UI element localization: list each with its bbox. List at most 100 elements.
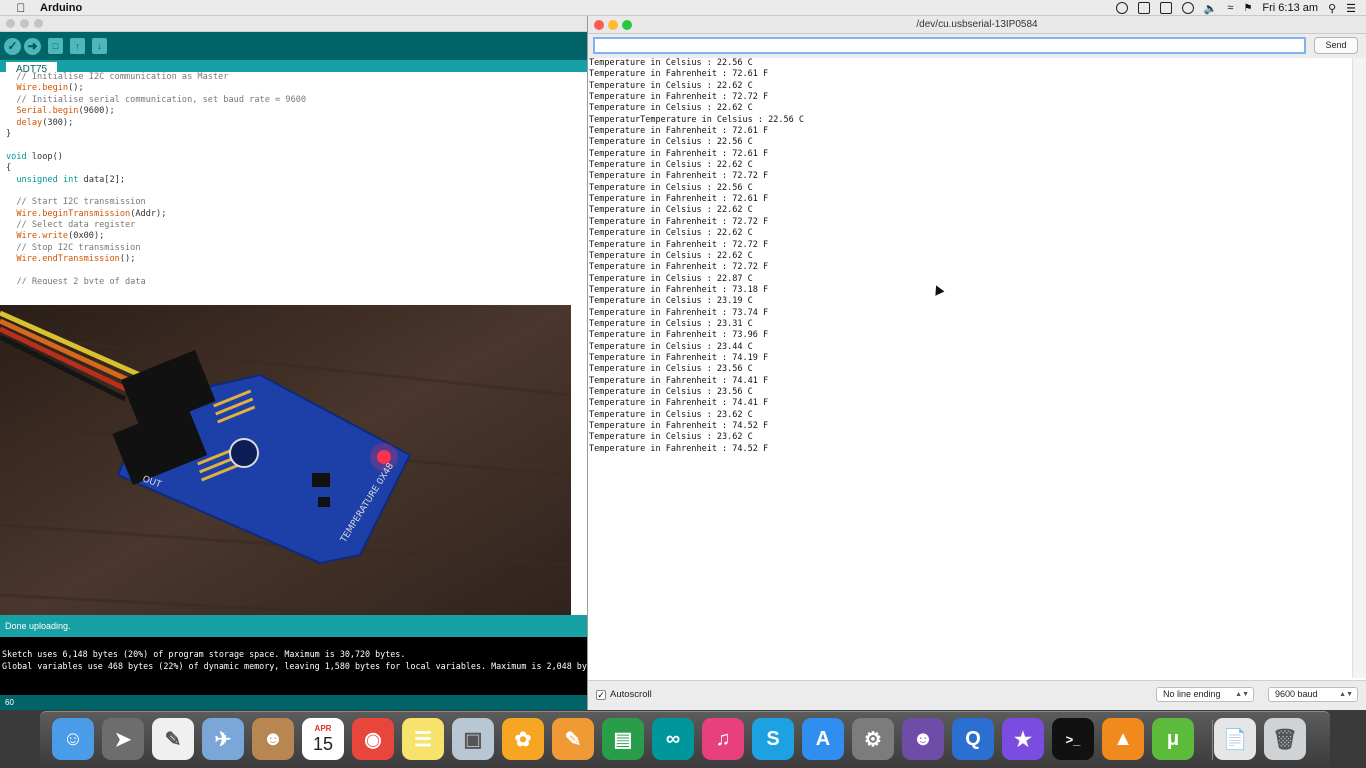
time-machine-icon[interactable] [1181,2,1194,14]
serial-output-line: Temperature in Fahrenheit : 72.72 F [589,216,769,227]
arduino-icon[interactable]: ∞ [652,718,694,760]
checkmark-icon[interactable] [1137,2,1150,14]
quicktime-icon[interactable]: Q [952,718,994,760]
volume-icon[interactable]: 🔈 [1204,2,1218,15]
serial-window-title: /dev/cu.usbserial-13IP0584 [916,19,1038,30]
wifi-icon[interactable]: ≈ [1227,2,1233,14]
vlc-icon[interactable]: ▲ [1102,718,1144,760]
pages-icon[interactable]: ✎ [552,718,594,760]
code-line[interactable]: { [6,163,588,174]
code-line[interactable]: Wire.endTransmission(); [6,254,588,265]
ide-line-number: 60 [0,695,588,710]
image-capture-icon[interactable]: ▣ [452,718,494,760]
ide-minimize-button[interactable] [20,19,29,28]
photos-icon[interactable]: ✿ [502,718,544,760]
code-line[interactable]: unsigned int data[2]; [6,175,588,186]
serial-output-line: Temperature in Celsius : 23.56 C [589,364,753,375]
serial-output-line: Temperature in Celsius : 23.31 C [589,318,753,329]
code-line[interactable]: // Request 2 byte of data [6,277,588,284]
code-line[interactable] [6,140,588,151]
trash-icon[interactable]: 🗑 [1264,718,1306,760]
code-line[interactable]: void loop() [6,152,588,163]
line-ending-value: No line ending [1163,689,1221,699]
code-line[interactable]: Wire.beginTransmission(Addr); [6,209,588,220]
apple-menu-icon[interactable]:  [10,1,32,15]
notification-center-icon[interactable]: ☰ [1346,2,1356,15]
line-ending-select[interactable]: No line ending ▲▼ [1156,687,1254,702]
code-line[interactable]: Wire.begin(); [6,83,588,94]
launchpad-icon[interactable]: ➤ [102,718,144,760]
serial-send-input[interactable] [593,37,1306,54]
skype-icon[interactable]: S [752,718,794,760]
code-line[interactable] [6,266,588,277]
dock: ☺ ➤ ✎ ✈ ☻ APR 15 ◉ ☰ ▣ ✿ ✎ ▤ ∞ ♫ S A ⚙ ☻ Q ★ >_ ▲ μ 📄 🗑 [40,711,1330,768]
autoscroll-checkbox[interactable]: ✓ [596,689,606,700]
notes-icon[interactable]: ☰ [402,718,444,760]
contacts-icon[interactable]: ☻ [252,718,294,760]
code-line[interactable] [6,186,588,197]
serial-scrollbar[interactable] [1352,58,1366,678]
save-sketch-button[interactable]: ↓ [92,38,107,54]
new-sketch-button[interactable]: □ [48,38,63,54]
utorrent-icon[interactable]: μ [1152,718,1194,760]
serial-output-line: Temperature in Fahrenheit : 72.72 F [589,171,769,182]
finder-icon[interactable]: ☺ [52,718,94,760]
upload-button[interactable]: ➜ [24,37,41,55]
autoscroll-toggle[interactable]: ✓ Autoscroll [596,689,652,700]
code-line[interactable]: // Stop I2C transmission [6,243,588,254]
serial-output-line: Temperature in Celsius : 22.62 C [589,160,753,171]
ide-zoom-button[interactable] [34,19,43,28]
code-editor[interactable]: // Initialise I2C communication as Maste… [0,72,588,284]
dock-separator [1212,720,1213,760]
record-icon[interactable] [1115,2,1128,14]
serial-monitor-window: /dev/cu.usbserial-13IP0584 Send Temperat… [587,16,1366,710]
serial-close-button[interactable] [594,20,604,30]
verify-button[interactable]: ✓ [4,37,21,55]
serial-output-line: Temperature in Fahrenheit : 72.72 F [589,239,769,250]
menu-bar-clock[interactable]: Fri 6:13 am [1262,2,1318,14]
serial-minimize-button[interactable] [608,20,618,30]
itunes-icon[interactable]: ♫ [702,718,744,760]
flag-icon[interactable]: ⚑ [1243,3,1252,14]
sensor-board-image: TEMPERATURE 0X48 OUT [0,305,571,625]
github-icon[interactable]: ☻ [902,718,944,760]
serial-zoom-button[interactable] [622,20,632,30]
serial-output: Temperature in Celsius : 22.56 C Temperat… [588,58,1353,678]
preview-icon[interactable]: ✈ [202,718,244,760]
app-menu-title[interactable]: Arduino [40,2,82,14]
serial-output-line: Temperature in Fahrenheit : 72.61 F [589,194,769,205]
python-file-icon[interactable]: 📄 [1214,718,1256,760]
textedit-icon[interactable]: ✎ [152,718,194,760]
serial-output-line: Temperature in Fahrenheit : 72.72 F [589,262,769,273]
serial-output-line: Temperature in Fahrenheit : 72.72 F [589,92,769,103]
code-line[interactable]: Serial.begin(9600); [6,106,588,117]
spotlight-search-icon[interactable]: ⚲ [1328,2,1336,15]
code-line[interactable]: // Initialise I2C communication as Maste… [6,72,588,83]
imovie-icon[interactable]: ★ [1002,718,1044,760]
serial-output-line: Temperature in Fahrenheit : 72.61 F [589,69,769,80]
serial-output-line: Temperature in Celsius : 23.44 C [589,341,753,352]
serial-output-line: Temperature in Celsius : 22.62 C [589,103,753,114]
open-sketch-button[interactable]: ↑ [70,38,85,54]
baud-rate-select[interactable]: 9600 baud ▲▼ [1268,687,1358,702]
app-store-icon[interactable]: A [802,718,844,760]
send-button[interactable]: Send [1314,37,1358,54]
serial-output-line: Temperature in Fahrenheit : 72.61 F [589,148,769,159]
code-line[interactable]: // Select data register [6,220,588,231]
calendar-icon[interactable]: APR 15 [302,718,344,760]
serial-output-line: Temperature in Celsius : 22.62 C [589,80,753,91]
code-line[interactable]: // Initialise serial communication, set … [6,95,588,106]
calendar-day: 15 [312,734,334,754]
code-line[interactable]: } [6,129,588,140]
serial-output-line: Temperature in Celsius : 22.62 C [589,250,753,261]
code-line[interactable]: delay(300); [6,118,588,129]
numbers-icon[interactable]: ▤ [602,718,644,760]
bluetooth-icon[interactable] [1159,2,1172,14]
serial-output-line: Temperature in Celsius : 22.56 C [589,137,753,148]
ide-close-button[interactable] [6,19,15,28]
code-line[interactable]: // Start I2C transmission [6,197,588,208]
terminal-icon[interactable]: >_ [1052,718,1094,760]
code-line[interactable]: Wire.write(0x00); [6,231,588,242]
chrome-icon[interactable]: ◉ [352,718,394,760]
system-preferences-icon[interactable]: ⚙ [852,718,894,760]
